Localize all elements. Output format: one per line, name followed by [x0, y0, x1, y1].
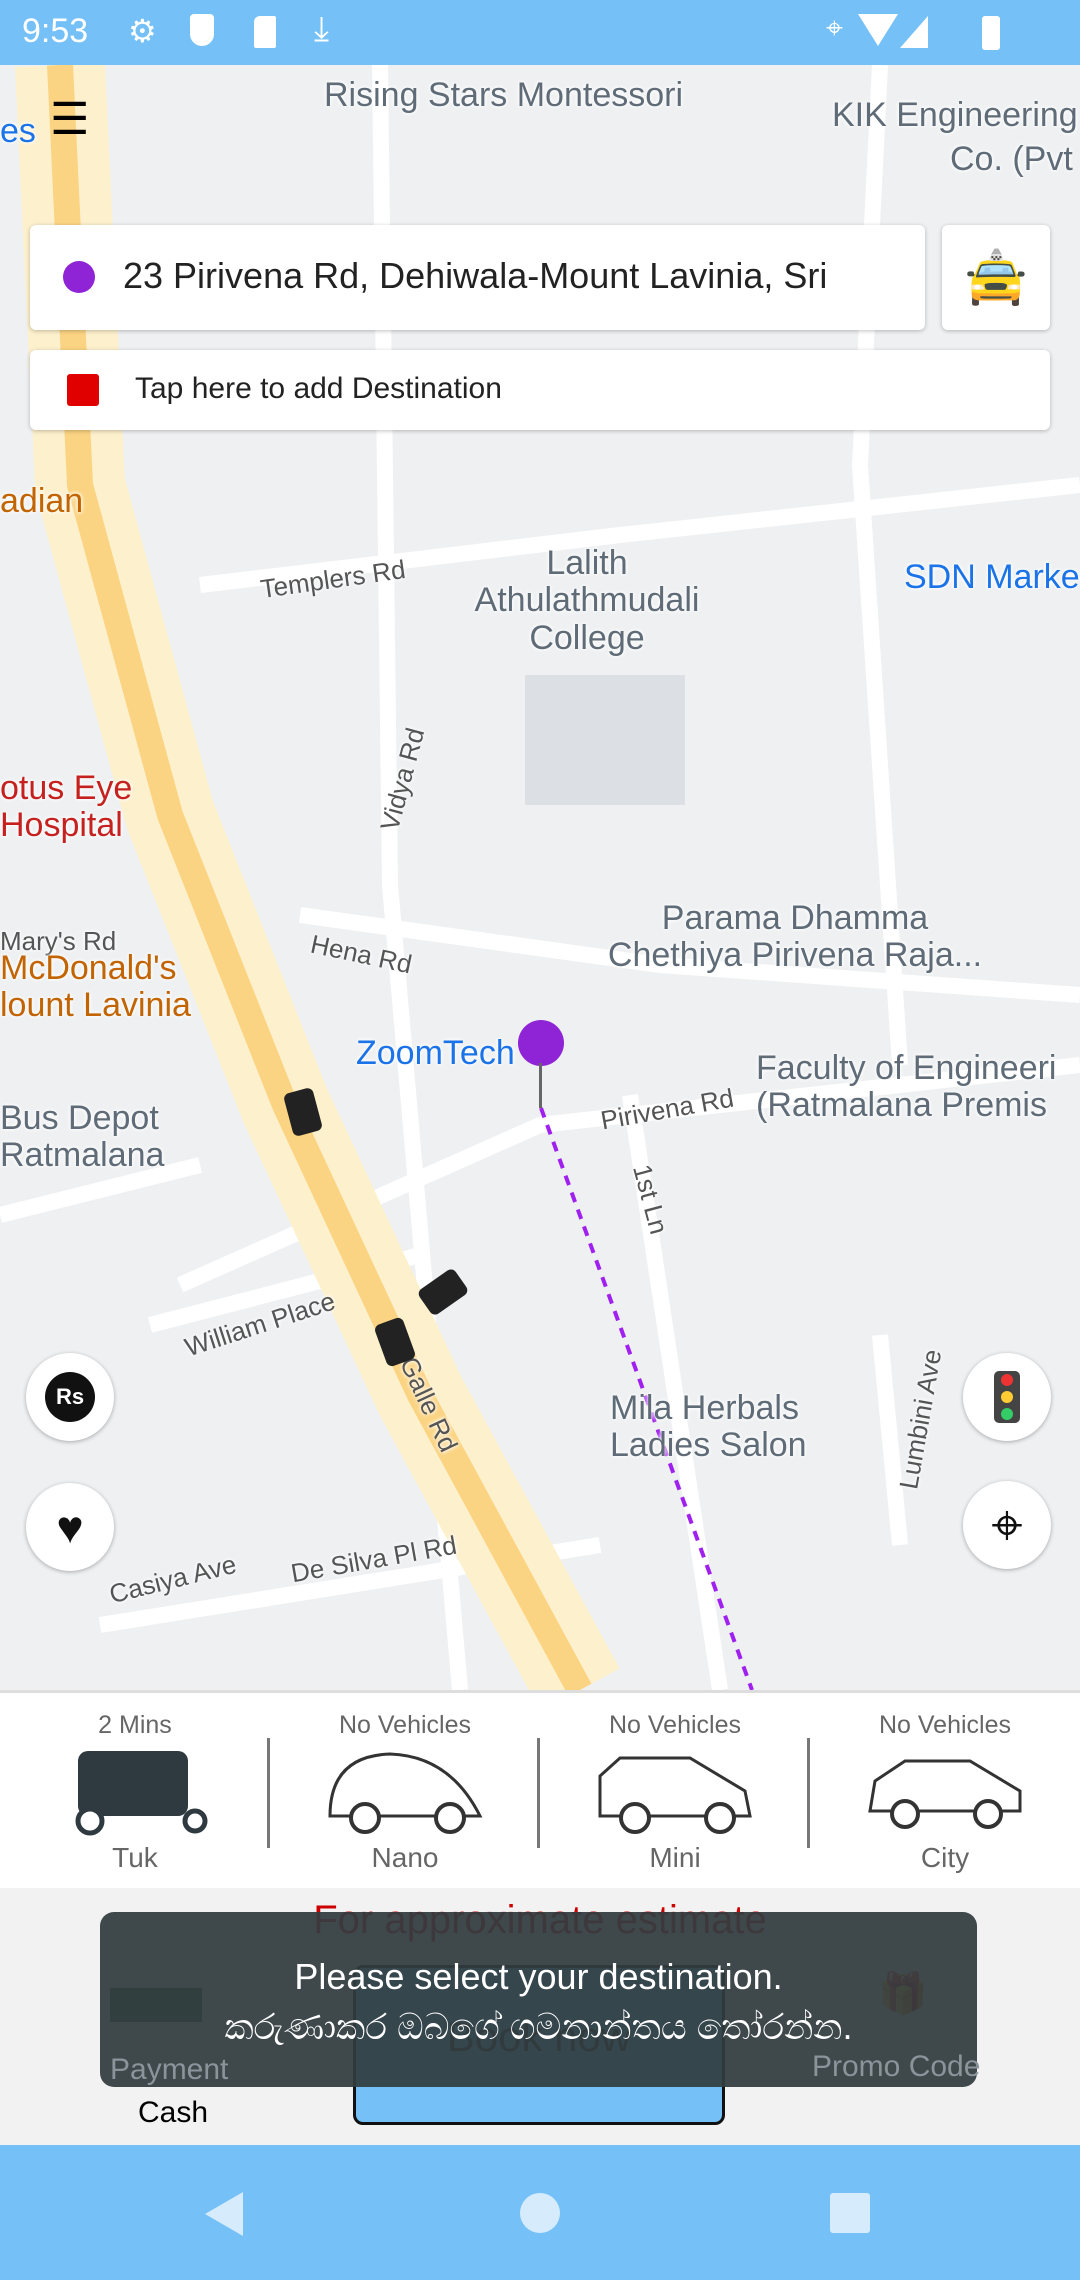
rupee-badge-icon: Rs	[45, 1372, 95, 1422]
vehicle-status: 2 Mins	[98, 1711, 172, 1739]
map-label: ZoomTech	[356, 1034, 515, 1072]
recents-icon[interactable]	[830, 2193, 870, 2233]
vehicle-name: Nano	[371, 1842, 439, 1873]
pickup-address: 23 Pirivena Rd, Dehiwala-Mount Lavinia, …	[123, 255, 828, 296]
vehicle-city[interactable]: No Vehicles City	[810, 1693, 1080, 1888]
promo-code-button[interactable]: Promo Code	[812, 2050, 980, 2084]
map-label: Co. (Pvt	[950, 140, 1073, 178]
vehicle-name: City	[920, 1842, 970, 1873]
nano-car-icon	[328, 1752, 483, 1834]
destination-square-icon	[67, 374, 99, 406]
map-label: otus Eye Hospital	[0, 769, 133, 845]
map-label: es	[0, 112, 36, 150]
vehicle-status: No Vehicles	[878, 1711, 1012, 1739]
taxi-alarm-icon: 🚖	[963, 249, 1029, 307]
fare-rates-button[interactable]: Rs	[26, 1353, 114, 1441]
pickup-dot-icon	[63, 261, 95, 293]
vehicle-mini[interactable]: No Vehicles Mini	[540, 1693, 810, 1888]
traffic-light-icon	[994, 1371, 1020, 1423]
map-label: SDN Marke	[904, 558, 1080, 596]
home-icon[interactable]	[520, 2193, 560, 2233]
menu-icon[interactable]: ☰	[50, 95, 100, 145]
payment-value[interactable]: Cash	[138, 2096, 208, 2130]
map-label: Bus Depot Ratmalana	[0, 1099, 165, 1175]
signal-icon	[900, 16, 928, 48]
my-location-button[interactable]: ⌖	[963, 1481, 1051, 1569]
map-label: Rising Stars Montessori	[324, 76, 684, 114]
vehicle-tuk[interactable]: 2 Mins Tuk	[0, 1693, 270, 1888]
heart-icon: ♥	[56, 1501, 84, 1553]
pickup-field[interactable]: 23 Pirivena Rd, Dehiwala-Mount Lavinia, …	[30, 225, 925, 330]
vehicle-name: Tuk	[112, 1842, 158, 1873]
payment-label[interactable]: Payment	[110, 2053, 228, 2087]
schedule-ride-button[interactable]: 🚖	[942, 225, 1050, 330]
map-label: adian	[0, 482, 84, 520]
sd-card-icon	[254, 16, 276, 48]
tuk-icon	[75, 1751, 208, 1836]
wifi-icon	[858, 14, 898, 46]
download-icon: ⤓	[314, 10, 330, 48]
vehicle-status: No Vehicles	[338, 1711, 472, 1739]
vehicle-name: Mini	[649, 1842, 701, 1873]
destination-field[interactable]: Tap here to add Destination	[30, 350, 1050, 430]
vehicle-status: No Vehicles	[608, 1711, 742, 1739]
favorites-button[interactable]: ♥	[26, 1483, 114, 1571]
destination-placeholder: Tap here to add Destination	[135, 372, 502, 405]
map-label: McDonald's lount Lavinia	[0, 949, 191, 1025]
mini-car-icon	[598, 1756, 752, 1834]
city-car-icon	[868, 1759, 1022, 1829]
navigation-bar	[0, 2145, 1080, 2280]
battery-icon	[982, 16, 1000, 50]
map-label: Parama Dhamma Chethiya Pirivena Raja...	[607, 899, 983, 975]
map-label: KIK Engineering	[832, 96, 1078, 134]
map-label: Lalith Athulathmudali College	[474, 544, 700, 657]
back-icon[interactable]	[205, 2192, 243, 2236]
shield-play-icon	[190, 14, 214, 46]
map-label: Mila Herbals Ladies Salon	[610, 1389, 807, 1465]
traffic-button[interactable]	[963, 1353, 1051, 1441]
status-bar: 9:53 ⚙ ⤓ ⌖	[0, 0, 1080, 65]
crosshair-icon: ⌖	[991, 1492, 1023, 1556]
map-label: Faculty of Engineeri (Ratmalana Premis	[756, 1049, 1057, 1125]
toast-line-sinhala: කරුණාකර ඔබගේ ගමනාන්තය තෝරන්න.	[224, 2006, 853, 2047]
settings-icon: ⚙	[128, 13, 157, 49]
toast-line-english: Please select your destination.	[294, 1956, 783, 1997]
pickup-pin-stem	[539, 1063, 542, 1108]
location-icon: ⌖	[826, 12, 843, 45]
status-time: 9:53	[22, 12, 89, 50]
vehicle-selector: 2 Mins Tuk No Vehicles Nano No Vehicles …	[0, 1690, 1080, 1888]
vehicle-nano[interactable]: No Vehicles Nano	[270, 1693, 540, 1888]
pickup-pin-icon	[518, 1020, 564, 1066]
